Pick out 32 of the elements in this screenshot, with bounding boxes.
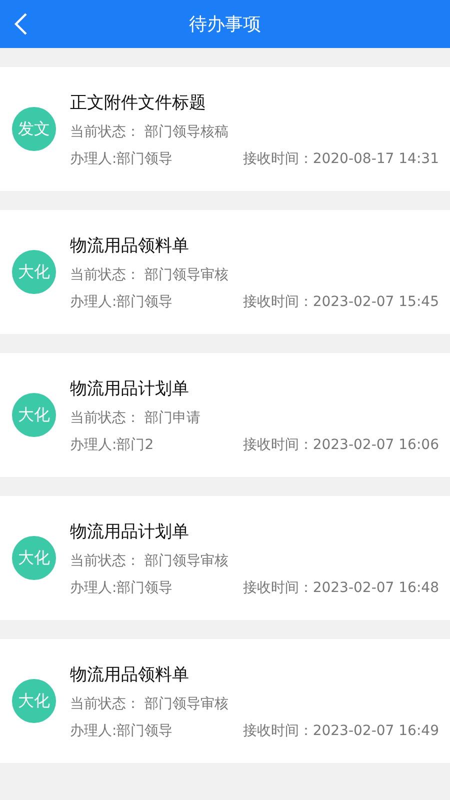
task-card[interactable]: 大化 物流用品领料单 当前状态： 部门领导审核 办理人:部门领导 接收时间：2023-02-07 15:45 [0,210,450,334]
status-text: 当前状态： 部门领导核稿 [70,122,230,140]
back-icon[interactable] [14,13,28,35]
category-badge: 发文 [12,107,56,151]
received-time: 接收时间：2020-08-17 14:31 [242,150,439,168]
status-text: 当前状态： 部门领导审核 [70,266,230,284]
status-text: 当前状态： 部门领导审核 [70,552,230,570]
handler-text: 办理人:部门领导 [70,722,173,740]
task-title: 物流用品计划单 [70,520,190,542]
handler-text: 办理人:部门领导 [70,150,173,168]
category-badge: 大化 [12,250,56,294]
task-card[interactable]: 发文 正文附件文件标题 当前状态： 部门领导核稿 办理人:部门领导 接收时间：2020-08-17 14:31 [0,67,450,191]
category-badge: 大化 [12,679,56,723]
task-card[interactable]: 大化 物流用品计划单 当前状态： 部门领导审核 办理人:部门领导 接收时间：2023-02-07 16:48 [0,496,450,620]
received-time: 接收时间：2023-02-07 16:48 [242,578,439,596]
handler-text: 办理人:部门领导 [70,292,173,310]
task-card[interactable]: 大化 物流用品计划单 当前状态： 部门申请 办理人:部门2 接收时间：2023-02-07 16:06 [0,353,450,477]
task-title: 物流用品领料单 [70,664,190,686]
received-time: 接收时间：2023-02-07 16:06 [242,436,439,454]
category-badge: 大化 [12,393,56,437]
task-title: 物流用品计划单 [70,378,190,400]
handler-text: 办理人:部门领导 [70,578,173,596]
category-badge: 大化 [12,536,56,580]
handler-text: 办理人:部门2 [70,436,154,454]
status-text: 当前状态： 部门申请 [70,408,202,426]
task-title: 正文附件文件标题 [70,92,207,114]
task-title: 物流用品领料单 [70,234,190,256]
received-time: 接收时间：2023-02-07 15:45 [242,292,439,310]
page-title: 待办事项 [189,13,261,36]
task-card[interactable]: 大化 物流用品领料单 当前状态： 部门领导审核 办理人:部门领导 接收时间：2023-02-07 16:49 [0,639,450,763]
status-text: 当前状态： 部门领导审核 [70,694,230,712]
received-time: 接收时间：2023-02-07 16:49 [242,722,439,740]
